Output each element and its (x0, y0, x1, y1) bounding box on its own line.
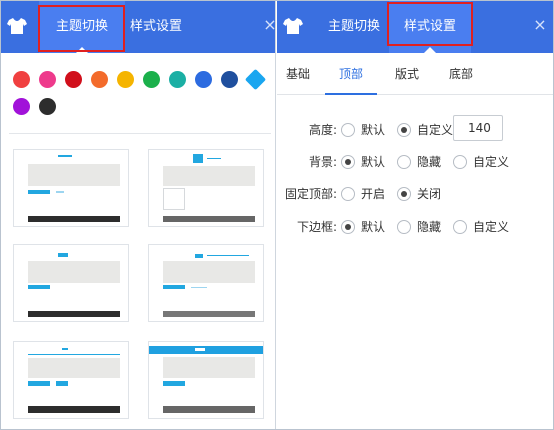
setting-fixed-top: 固定顶部: 开启 关闭 (277, 183, 553, 205)
theme-thumbnail[interactable] (13, 341, 129, 419)
color-swatch[interactable] (91, 71, 108, 88)
radio-label: 默认 (361, 220, 386, 234)
tab-label: 样式设置 (129, 19, 182, 34)
radio-label: 默认 (361, 155, 386, 169)
radio-circle[interactable] (397, 155, 411, 169)
setting-height: 高度: 默认 自定义 140 (277, 115, 553, 141)
height-value-input[interactable]: 140 (453, 115, 503, 141)
highlight-box (387, 2, 473, 46)
radio-circle[interactable] (341, 123, 355, 137)
setting-label: 固定顶部: (284, 187, 337, 201)
color-swatch[interactable] (143, 71, 160, 88)
close-icon[interactable]: × (263, 17, 277, 33)
radio-circle[interactable] (397, 187, 411, 201)
theme-panel: 主题切换 样式设置 × (1, 1, 277, 429)
radio-label: 开启 (361, 187, 386, 201)
color-swatch[interactable] (117, 71, 134, 88)
color-swatch[interactable] (13, 71, 30, 88)
color-swatch[interactable] (13, 98, 30, 115)
tshirt-icon (7, 18, 27, 34)
tshirt-icon (283, 18, 303, 34)
tab-style-settings[interactable]: 样式设置 (125, 1, 187, 53)
radio-label: 隐藏 (417, 155, 442, 169)
color-swatch[interactable] (39, 71, 56, 88)
theme-thumbnail[interactable] (13, 244, 129, 322)
setting-label: 背景: (308, 155, 337, 169)
color-swatch[interactable] (195, 71, 212, 88)
radio-circle[interactable] (397, 123, 411, 137)
tab-theme-switch[interactable]: 主题切换 (317, 1, 391, 53)
radio-circle[interactable] (341, 155, 355, 169)
color-swatch[interactable] (65, 71, 82, 88)
radio-label: 默认 (361, 123, 386, 137)
theme-thumbnail[interactable] (148, 244, 264, 322)
radio-label: 自定义 (417, 123, 454, 137)
radio-label: 自定义 (473, 220, 510, 234)
highlight-box (38, 5, 125, 52)
divider (9, 133, 271, 134)
tab-label: 主题切换 (327, 19, 380, 34)
setting-label: 下边框: (296, 220, 337, 234)
color-swatch[interactable] (244, 68, 267, 91)
subtab-layout[interactable]: 版式 (389, 53, 425, 95)
theme-thumbnail[interactable] (13, 149, 129, 227)
subtab-top[interactable]: 顶部 (325, 53, 377, 95)
radio-circle[interactable] (341, 220, 355, 234)
theme-thumbnail[interactable] (148, 341, 264, 419)
radio-label: 关闭 (417, 187, 442, 201)
setting-label: 高度: (308, 123, 337, 137)
subtab-bottom[interactable]: 底部 (443, 53, 479, 95)
radio-circle[interactable] (341, 187, 355, 201)
close-icon[interactable]: × (533, 17, 547, 33)
setting-bottom-border: 下边框: 默认 隐藏 自定义 (277, 216, 553, 238)
radio-circle[interactable] (397, 220, 411, 234)
color-swatch[interactable] (221, 71, 238, 88)
radio-label: 自定义 (473, 155, 510, 169)
color-swatch[interactable] (39, 98, 56, 115)
radio-circle[interactable] (453, 220, 467, 234)
radio-circle[interactable] (453, 155, 467, 169)
radio-label: 隐藏 (417, 220, 442, 234)
setting-background: 背景: 默认 隐藏 自定义 (277, 151, 553, 173)
subtab-basic[interactable]: 基础 (281, 53, 315, 95)
subtab-bar: 基础 顶部 版式 底部 (277, 53, 553, 95)
color-swatch[interactable] (169, 71, 186, 88)
theme-thumbnail[interactable] (148, 149, 264, 227)
style-settings-panel: 主题切换 样式设置 × 基础 顶部 版式 底部 高度: 默认 自定义 140 背… (277, 1, 553, 429)
